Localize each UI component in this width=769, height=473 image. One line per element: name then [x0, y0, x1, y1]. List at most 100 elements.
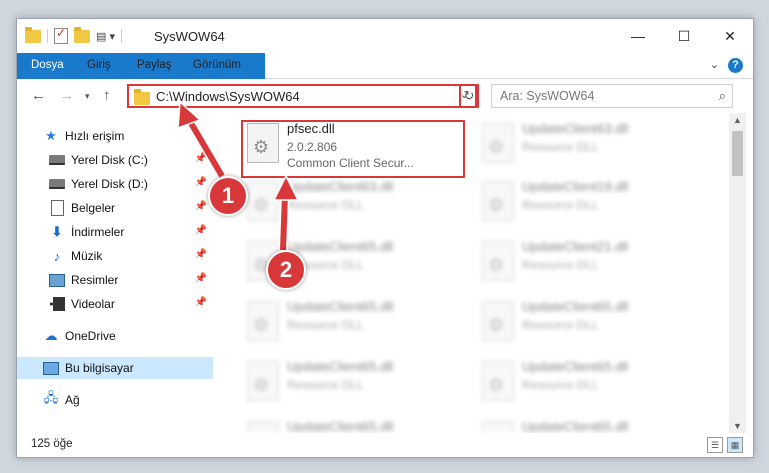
tiles-view-icon[interactable]: ▦ — [727, 437, 743, 453]
dll-file-icon — [482, 361, 514, 401]
file-list: pfsec.dll 2.0.2.806 Common Client Secur.… — [231, 113, 731, 433]
up-icon[interactable]: ↑ — [103, 87, 111, 104]
search-placeholder: Ara: SysWOW64 — [500, 89, 595, 103]
nav-item-this-pc[interactable]: Bu bilgisayar — [17, 357, 213, 379]
file-item[interactable]: UpdateClient65.dll Resource DLL — [241, 293, 461, 351]
back-icon[interactable]: ← — [31, 87, 46, 104]
file-description: Resource DLL — [522, 318, 599, 332]
file-item[interactable]: UpdateClient65.dll Resource DLL — [476, 293, 696, 351]
minimize-button[interactable]: — — [615, 19, 661, 53]
file-item[interactable]: UpdateClient63.dll Resource DLL — [241, 173, 461, 231]
ribbon-tabs: Dosya Giriş Paylaş Görünüm ⌄ ? — [17, 53, 753, 111]
tab-share[interactable]: Paylaş — [129, 53, 180, 78]
step-badge-1: 1 — [208, 176, 248, 216]
file-description: Resource DLL — [522, 378, 599, 392]
new-folder-icon[interactable] — [74, 26, 90, 43]
nav-item-pictures[interactable]: Resimler 📌 — [49, 269, 213, 291]
vertical-scrollbar[interactable]: ▲ ▼ — [729, 113, 746, 433]
file-version: 2.0.2.806 — [287, 140, 338, 154]
network-icon: 🖧 — [43, 390, 59, 405]
nav-item-local-disk-c[interactable]: Yerel Disk (C:) 📌 — [49, 149, 213, 171]
properties-icon[interactable] — [54, 26, 68, 44]
search-input[interactable]: Ara: SysWOW64 ⌕ — [491, 84, 733, 108]
scroll-down-icon[interactable]: ▼ — [733, 421, 742, 431]
file-item[interactable]: UpdateClient21.dll Resource DLL — [476, 233, 696, 291]
dll-file-icon — [247, 421, 279, 433]
pin-icon: 📌 — [194, 177, 207, 188]
file-description: Resource DLL — [522, 198, 599, 212]
file-name: UpdateClient65.dll — [522, 299, 629, 314]
expand-ribbon-icon[interactable]: ⌄ — [710, 58, 719, 71]
file-item[interactable]: UpdateClient65.dll Resource DLL — [241, 353, 461, 411]
refresh-button[interactable]: ↻ — [459, 84, 479, 108]
dll-file-icon — [482, 301, 514, 341]
video-icon — [49, 296, 65, 312]
nav-item-label: İndirmeler — [71, 225, 125, 239]
nav-item-music[interactable]: ♪ Müzik 📌 — [49, 245, 213, 267]
close-button[interactable]: ✕ — [707, 19, 753, 53]
nav-item-network[interactable]: 🖧 Ağ — [43, 389, 239, 411]
dll-file-icon — [247, 361, 279, 401]
file-item[interactable]: UpdateClient63.dll Resource DLL — [476, 115, 696, 173]
file-item[interactable]: UpdateClient65.dll — [476, 413, 696, 433]
nav-item-quick-access[interactable]: ★ Hızlı erişim — [43, 125, 239, 147]
music-icon: ♪ — [53, 248, 61, 264]
file-name: UpdateClient65.dll — [522, 419, 629, 433]
navigation-pane: ★ Hızlı erişim Yerel Disk (C:) 📌 Yerel D… — [17, 113, 213, 433]
dll-file-icon — [482, 241, 514, 281]
status-bar: 125 öğe ☰ ▦ — [17, 433, 753, 457]
file-description: Resource DLL — [522, 140, 599, 154]
file-name: UpdateClient65.dll — [287, 299, 394, 314]
file-item-pfsec[interactable]: pfsec.dll 2.0.2.806 Common Client Secur.… — [241, 115, 461, 173]
file-item[interactable]: UpdateClient65.dll — [241, 413, 461, 433]
address-bar[interactable]: C:\Windows\SysWOW64 ⌄ — [127, 84, 477, 108]
scroll-up-icon[interactable]: ▲ — [733, 115, 742, 125]
help-icon[interactable]: ? — [728, 58, 743, 73]
address-path: C:\Windows\SysWOW64 — [156, 89, 300, 104]
pin-icon: 📌 — [194, 249, 207, 260]
nav-item-downloads[interactable]: ⬇ İndirmeler 📌 — [49, 221, 213, 243]
tab-view[interactable]: Görünüm — [185, 53, 249, 78]
file-item[interactable]: UpdateClient19.dll Resource DLL — [476, 173, 696, 231]
dll-file-icon — [482, 181, 514, 221]
drive-icon — [49, 176, 65, 192]
title-bar: ▤ ▾ SysWOW64 — ☐ ✕ — [17, 19, 753, 53]
drive-icon — [49, 152, 65, 168]
pin-icon: 📌 — [194, 153, 207, 164]
nav-item-local-disk-d[interactable]: Yerel Disk (D:) 📌 — [49, 173, 213, 195]
explorer-window: ▤ ▾ SysWOW64 — ☐ ✕ Dosya Giriş Paylaş Gö… — [16, 18, 754, 458]
forward-icon[interactable]: → — [59, 87, 74, 104]
file-name: UpdateClient65.dll — [287, 359, 394, 374]
pin-icon: 📌 — [194, 297, 207, 308]
customize-toolbar-icon[interactable]: ▤ ▾ — [96, 30, 115, 43]
window-controls: — ☐ ✕ — [615, 19, 753, 53]
dll-file-icon — [482, 421, 514, 433]
divider — [47, 29, 48, 43]
nav-item-onedrive[interactable]: ☁ OneDrive — [43, 325, 239, 347]
file-description: Resource DLL — [522, 258, 599, 272]
file-name: UpdateClient63.dll — [287, 179, 394, 194]
pin-icon: 📌 — [194, 273, 207, 284]
address-row: ← → ▾ ↑ C:\Windows\SysWOW64 ⌄ ↻ Ara: Sys… — [17, 79, 753, 113]
nav-item-videos[interactable]: Videolar 📌 — [49, 293, 213, 315]
pin-icon: 📌 — [194, 225, 207, 236]
pin-icon: 📌 — [194, 201, 207, 212]
window-title: SysWOW64 — [154, 29, 225, 44]
recent-locations-icon[interactable]: ▾ — [85, 91, 90, 102]
scroll-thumb[interactable] — [732, 131, 743, 176]
file-description: Common Client Secur... — [287, 156, 414, 170]
file-description: Resource DLL — [287, 318, 364, 332]
nav-item-documents[interactable]: Belgeler 📌 — [49, 197, 213, 219]
divider — [120, 29, 122, 43]
dll-file-icon — [247, 181, 279, 221]
details-view-icon[interactable]: ☰ — [707, 437, 723, 453]
nav-item-label: Belgeler — [71, 201, 116, 215]
download-arrow-icon: ⬇ — [51, 224, 63, 239]
file-item[interactable]: UpdateClient65.dll Resource DLL — [476, 353, 696, 411]
star-icon: ★ — [45, 128, 57, 143]
dll-file-icon — [247, 301, 279, 341]
nav-item-label: Ağ — [65, 393, 80, 407]
tab-home[interactable]: Giriş — [79, 53, 119, 78]
maximize-button[interactable]: ☐ — [661, 19, 707, 53]
folder-icon — [25, 26, 41, 43]
